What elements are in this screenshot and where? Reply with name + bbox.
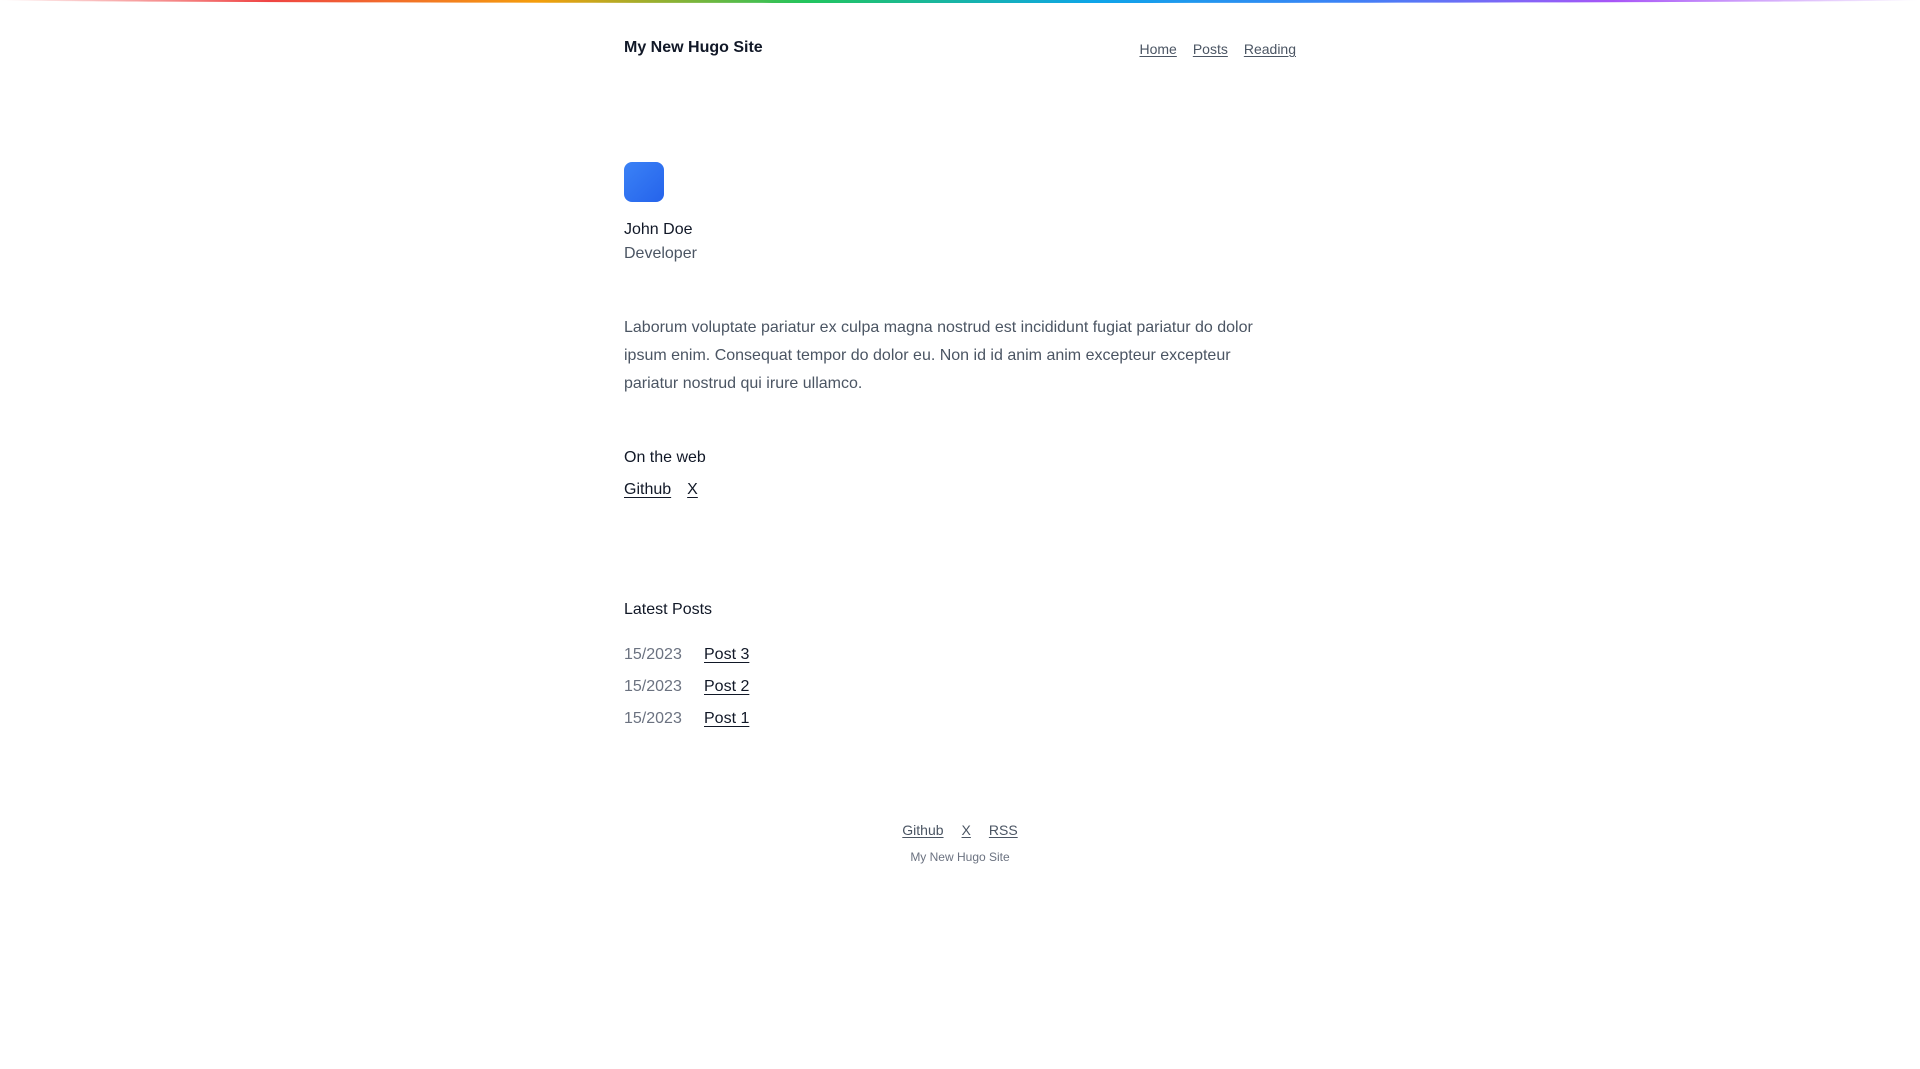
site-title[interactable]: My New Hugo Site <box>624 39 763 57</box>
post-date: 15/2023 <box>624 646 682 663</box>
avatar <box>624 162 664 202</box>
post-link[interactable]: Post 3 <box>704 646 749 664</box>
site-footer: Github X RSS My New Hugo Site <box>0 822 1920 864</box>
post-date: 15/2023 <box>624 678 682 695</box>
post-date: 15/2023 <box>624 710 682 727</box>
github-link[interactable]: Github <box>624 481 671 499</box>
site-header: My New Hugo Site Home Posts Reading <box>624 0 1296 100</box>
page-container: My New Hugo Site Home Posts Reading John… <box>624 0 1296 727</box>
profile-bio: Laborum voluptate pariatur ex culpa magn… <box>624 319 1253 392</box>
footer-rss-link[interactable]: RSS <box>989 822 1018 838</box>
nav-home-link[interactable]: Home <box>1139 41 1176 57</box>
profile-role: Developer <box>624 245 697 262</box>
profile-name: John Doe <box>624 221 693 238</box>
list-item: 15/2023 Post 3 <box>624 639 749 671</box>
footer-site-name: My New Hugo Site <box>910 850 1010 864</box>
on-the-web-heading: On the web <box>624 449 706 466</box>
post-link[interactable]: Post 2 <box>704 678 749 696</box>
footer-github-link[interactable]: Github <box>902 822 943 838</box>
post-link[interactable]: Post 1 <box>704 710 749 728</box>
nav-posts-link[interactable]: Posts <box>1193 41 1228 57</box>
nav-reading-link[interactable]: Reading <box>1244 41 1296 57</box>
footer-x-link[interactable]: X <box>962 822 971 838</box>
list-item: 15/2023 Post 2 <box>624 671 749 703</box>
footer-links: Github X RSS <box>0 822 1920 838</box>
x-link[interactable]: X <box>687 481 698 499</box>
main-nav: Home Posts Reading <box>1139 41 1296 57</box>
list-item: 15/2023 Post 1 <box>624 703 749 735</box>
web-links: Github X <box>624 481 698 499</box>
latest-posts-list: 15/2023 Post 3 15/2023 Post 2 15/2023 Po… <box>624 639 749 735</box>
latest-posts-heading: Latest Posts <box>624 601 713 618</box>
